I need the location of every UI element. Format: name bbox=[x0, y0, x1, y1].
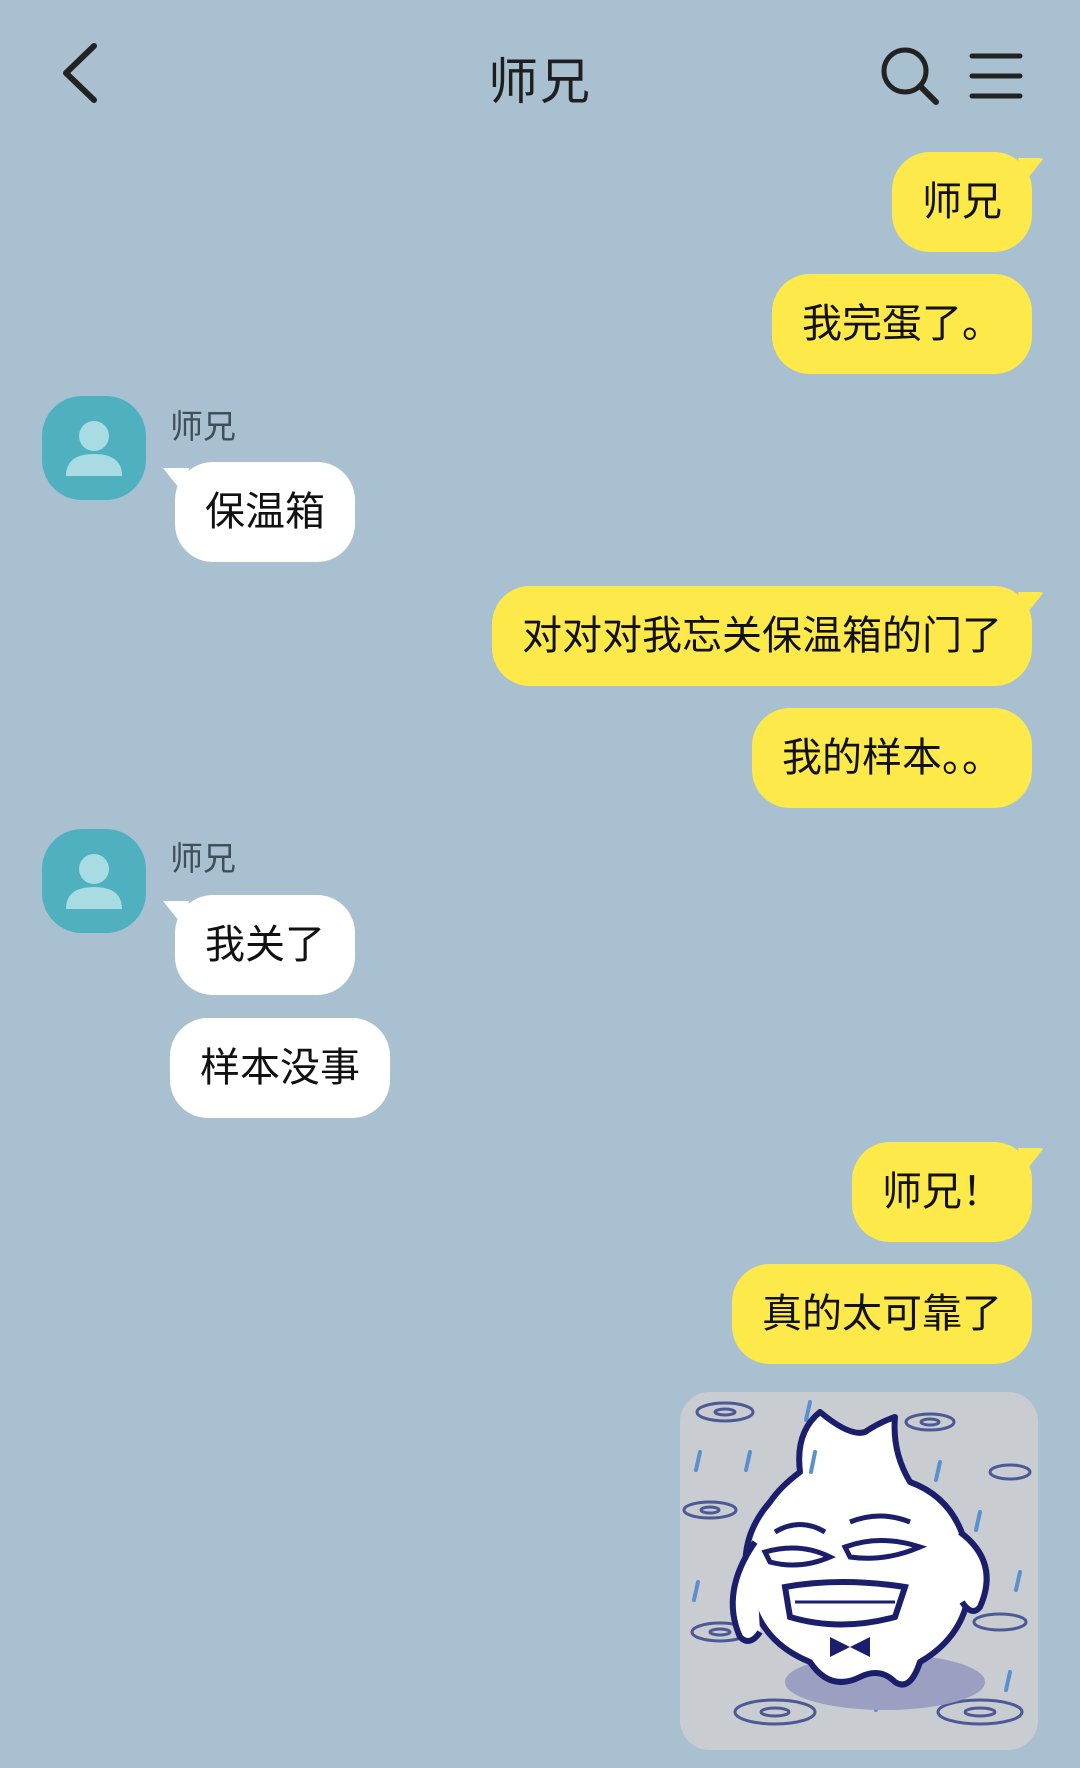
message-text: 我的样本。。 bbox=[782, 735, 1002, 781]
message-bubble-mine[interactable]: 师兄！ bbox=[852, 1142, 1044, 1242]
avatar[interactable] bbox=[42, 829, 146, 933]
message-bubble-theirs[interactable]: 我关了 bbox=[163, 895, 355, 995]
message-bubble-mine[interactable]: 我完蛋了。 bbox=[772, 274, 1032, 374]
message-bubble-theirs[interactable]: 保温箱 bbox=[163, 462, 355, 562]
message-bubble-theirs[interactable]: 样本没事 bbox=[170, 1018, 390, 1118]
search-button[interactable] bbox=[878, 44, 942, 108]
crying-ghost-sticker bbox=[680, 1392, 1038, 1750]
sender-name: 师兄 bbox=[170, 839, 236, 878]
message-bubble-mine[interactable]: 对对对我忘关保温箱的门了 bbox=[492, 586, 1044, 686]
message-text: 我完蛋了。 bbox=[802, 301, 1002, 347]
person-avatar-icon bbox=[42, 396, 146, 500]
message-text: 我关了 bbox=[205, 922, 325, 968]
menu-icon bbox=[969, 53, 1023, 99]
message-bubble-mine[interactable]: 真的太可靠了 bbox=[732, 1264, 1032, 1364]
chat-header: 师兄 bbox=[0, 0, 1080, 150]
message-text: 保温箱 bbox=[205, 489, 325, 535]
message-text: 师兄 bbox=[922, 179, 1002, 225]
person-avatar-icon bbox=[42, 829, 146, 933]
sticker-message[interactable] bbox=[680, 1392, 1038, 1750]
message-text: 对对对我忘关保温箱的门了 bbox=[522, 613, 1002, 659]
message-text: 师兄！ bbox=[882, 1169, 1002, 1215]
menu-button[interactable] bbox=[968, 48, 1024, 104]
search-icon bbox=[881, 47, 939, 105]
message-bubble-mine[interactable]: 我的样本。。 bbox=[752, 708, 1032, 808]
message-text: 真的太可靠了 bbox=[762, 1291, 1002, 1337]
avatar[interactable] bbox=[42, 396, 146, 500]
message-bubble-mine[interactable]: 师兄 bbox=[892, 152, 1044, 252]
sender-name: 师兄 bbox=[170, 407, 236, 446]
message-text: 样本没事 bbox=[200, 1045, 360, 1091]
